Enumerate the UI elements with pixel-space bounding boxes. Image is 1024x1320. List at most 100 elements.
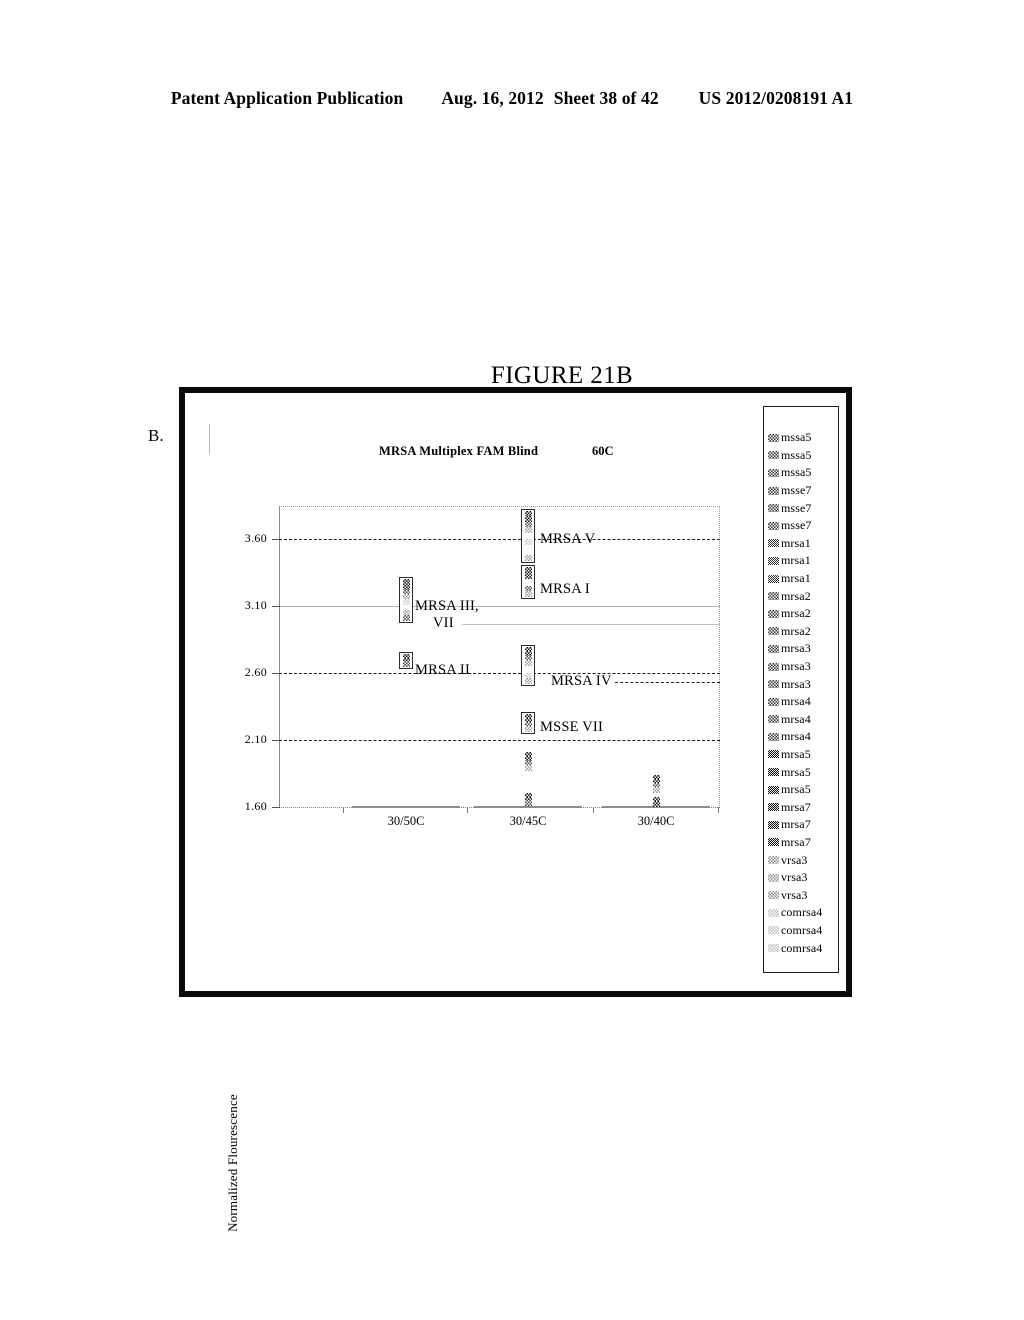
legend-item[interactable]: mrsa4 <box>764 728 838 746</box>
data-point <box>402 599 410 605</box>
legend-swatch-icon <box>768 468 779 477</box>
legend-item[interactable]: mrsa7 <box>764 798 838 816</box>
data-point <box>652 787 660 793</box>
legend-swatch-icon <box>768 926 779 935</box>
legend-label: comrsa4 <box>781 922 823 937</box>
legend-label: mssa5 <box>781 465 812 480</box>
legend-swatch-icon <box>768 732 779 741</box>
legend-item[interactable]: msse7 <box>764 499 838 517</box>
legend-label: mrsa7 <box>781 817 811 832</box>
legend-swatch-icon <box>768 556 779 565</box>
legend-item[interactable]: mrsa3 <box>764 675 838 693</box>
legend-label: mrsa5 <box>781 764 811 779</box>
publication-date: Aug. 16, 2012 <box>441 88 544 108</box>
legend-swatch-icon <box>768 609 779 618</box>
legend-item[interactable]: mrsa7 <box>764 816 838 834</box>
legend-label: vrsa3 <box>781 852 808 867</box>
legend-swatch-icon <box>768 856 779 865</box>
legend-swatch-icon <box>768 750 779 759</box>
y-tick-3.10 <box>272 606 280 607</box>
legend-label: mssa5 <box>781 447 812 462</box>
legend-item[interactable]: vrsa3 <box>764 851 838 869</box>
legend-item[interactable]: mrsa2 <box>764 587 838 605</box>
legend-label: mrsa5 <box>781 782 811 797</box>
legend-item[interactable]: vrsa3 <box>764 869 838 887</box>
legend-item[interactable]: mrsa5 <box>764 763 838 781</box>
legend-label: vrsa3 <box>781 870 808 885</box>
panel-letter: B. <box>148 426 164 445</box>
legend-item[interactable]: mrsa4 <box>764 693 838 711</box>
annotation-label: MRSA III, <box>415 598 479 614</box>
data-point <box>524 726 532 732</box>
gridline-2.10 <box>279 740 720 741</box>
legend-label: mrsa3 <box>781 676 811 691</box>
legend-item[interactable]: mrsa1 <box>764 570 838 588</box>
legend-item[interactable]: mssa5 <box>764 447 838 465</box>
legend-label: comrsa4 <box>781 905 823 920</box>
legend-label: mrsa2 <box>781 606 811 621</box>
legend-swatch-icon <box>768 592 779 601</box>
legend-label: mrsa5 <box>781 746 811 761</box>
annotation-label: MRSA V <box>540 531 596 547</box>
sheet-number: Sheet 38 of 42 <box>553 88 659 108</box>
legend-label: comrsa4 <box>781 940 823 955</box>
x-tick-1 <box>467 807 468 813</box>
y-tick-2.10 <box>272 740 280 741</box>
legend-swatch-icon <box>768 521 779 530</box>
legend-item[interactable]: mrsa5 <box>764 781 838 799</box>
legend-item[interactable]: mrsa1 <box>764 535 838 553</box>
publication-header: Patent Application Publication Aug. 16, … <box>0 88 1024 109</box>
legend-label: msse7 <box>781 483 812 498</box>
legend-item[interactable]: mrsa2 <box>764 605 838 623</box>
data-point <box>524 678 532 684</box>
gridline-2.60 <box>279 673 720 674</box>
legend-label: mrsa1 <box>781 535 811 550</box>
y-axis-title: Normalized Flourescence <box>225 1094 240 1232</box>
data-point <box>524 527 532 533</box>
data-point <box>524 765 532 771</box>
legend-item[interactable]: mrsa3 <box>764 640 838 658</box>
legend-item[interactable]: mssa5 <box>764 464 838 482</box>
legend-item[interactable]: msse7 <box>764 482 838 500</box>
legend-item[interactable]: comrsa4 <box>764 904 838 922</box>
x-axis-label-30-50C: 30/50C <box>387 814 425 828</box>
legend-item[interactable]: mrsa1 <box>764 552 838 570</box>
legend-item[interactable]: mrsa2 <box>764 623 838 641</box>
legend-label: mrsa7 <box>781 799 811 814</box>
data-point <box>402 661 410 667</box>
legend-swatch-icon <box>768 574 779 583</box>
legend-label: msse7 <box>781 518 812 533</box>
legend-item[interactable]: msse7 <box>764 517 838 535</box>
data-point <box>402 615 410 621</box>
chart-title-temperature: 60C <box>592 444 614 458</box>
legend-item[interactable]: vrsa3 <box>764 886 838 904</box>
legend-swatch-icon <box>768 785 779 794</box>
legend-item[interactable]: mrsa7 <box>764 834 838 852</box>
legend-item[interactable]: mssa5 <box>764 429 838 447</box>
annotation-leader-line <box>615 682 720 683</box>
legend-swatch-icon <box>768 873 779 882</box>
plot-area <box>279 506 720 808</box>
legend-swatch-icon <box>768 838 779 847</box>
legend-item[interactable]: mrsa5 <box>764 746 838 764</box>
legend-swatch-icon <box>768 697 779 706</box>
y-axis-label-3.60: 3.60 <box>244 531 267 545</box>
legend-item[interactable]: comrsa4 <box>764 939 838 957</box>
publication-title: Patent Application Publication <box>170 88 404 108</box>
legend-label: mrsa7 <box>781 834 811 849</box>
data-point <box>524 555 532 561</box>
gridline-3.10 <box>279 606 720 607</box>
y-tick-1.60 <box>272 807 280 808</box>
y-tick-2.60 <box>272 673 280 674</box>
legend-label: mrsa4 <box>781 729 811 744</box>
y-axis-label-2.60: 2.60 <box>244 665 267 679</box>
legend-swatch-icon <box>768 715 779 724</box>
legend-item[interactable]: mrsa4 <box>764 711 838 729</box>
legend-item[interactable]: comrsa4 <box>764 922 838 940</box>
legend[interactable]: mssa5 mssa5 mssa5 msse7 msse7 msse7 mrsa1 mrsa1… <box>763 406 839 973</box>
legend-label: mrsa4 <box>781 711 811 726</box>
legend-label: mrsa3 <box>781 659 811 674</box>
y-axis-label-3.10: 3.10 <box>244 598 267 612</box>
annotation-label: MRSA IV <box>551 673 612 689</box>
legend-item[interactable]: mrsa3 <box>764 658 838 676</box>
